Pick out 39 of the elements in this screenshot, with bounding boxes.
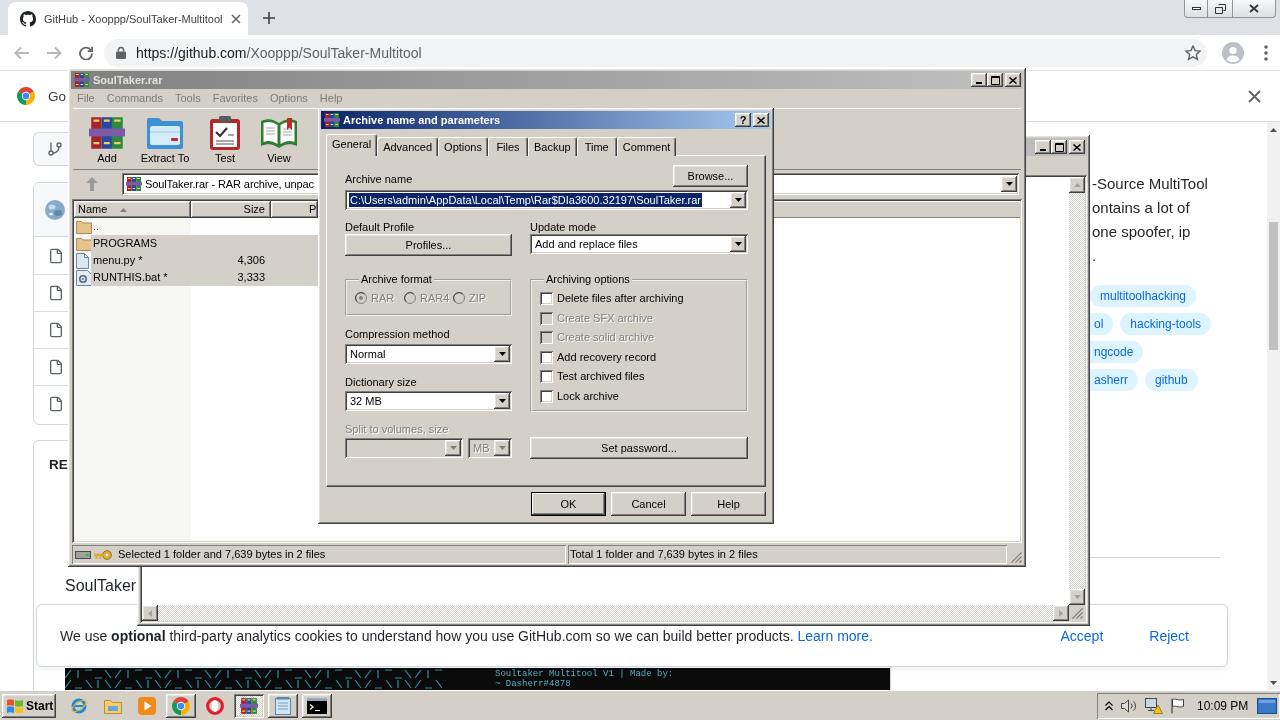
clock-text: 10:09 PM: [1197, 698, 1249, 713]
field-label: Dictionary size: [345, 376, 417, 389]
window-title: SoulTaker.rar: [93, 73, 163, 87]
description-text: -Source MultiTool: [1091, 174, 1208, 194]
file-name: PROGRAMS: [92, 237, 159, 250]
checkbox-label: Delete files after archiving: [557, 292, 684, 306]
file-size: 4,306: [236, 254, 266, 267]
window-title: Archive name and parameters: [343, 113, 501, 127]
checkbox-label: Add recovery record: [557, 350, 657, 364]
checkbox-label: Create solid archive: [557, 331, 655, 345]
checkbox-label: Create SFX archive: [557, 311, 653, 325]
status-text: Selected 1 folder and 7,639 bytes in 2 files: [118, 548, 326, 561]
file-name: ..: [92, 220, 101, 233]
field-label: Archive name: [345, 173, 413, 186]
terminal-text: Soultaker Multitool V1 | Made by:: [495, 669, 674, 679]
field-label: Default Profile: [345, 221, 415, 234]
readme-heading: RE: [49, 457, 68, 473]
group-label: Archiving options: [545, 273, 631, 286]
checkbox-label: Lock archive: [557, 389, 619, 403]
readme-title: SoulTaker: [65, 577, 137, 595]
description-text: ontains a lot of: [1091, 198, 1190, 218]
field-label: Compression method: [345, 328, 450, 341]
radio-label: RAR: [371, 291, 395, 305]
status-panel: Total 1 folder and 7,639 bytes in 2 files: [568, 545, 1007, 564]
file-size: 3,333: [236, 271, 266, 284]
checkbox-label: Test archived files: [557, 370, 645, 384]
url-text: https://github.com/Xooppp/SoulTaker-Multitool: [136, 44, 422, 61]
field-label: Update mode: [530, 221, 597, 234]
description-text: one spoofer, ip: [1091, 222, 1191, 242]
radio-label: RAR4: [420, 291, 450, 305]
cookie-text: We use optional third-party analytics cookies to understand how you use GitHub.com so we can build better products. Learn more.: [60, 627, 873, 644]
description-text: .: [1091, 246, 1097, 266]
terminal-text: ~ Dasherr#4878: [495, 679, 571, 689]
infobar-text: Go: [48, 88, 66, 104]
radio-label: ZIP: [469, 291, 487, 305]
field-label: Split to volumes, size: [345, 423, 449, 436]
file-name: menu.py *: [92, 254, 144, 267]
group-label: Archive format: [360, 273, 433, 286]
file-name: RUNTHIS.bat *: [92, 271, 169, 284]
